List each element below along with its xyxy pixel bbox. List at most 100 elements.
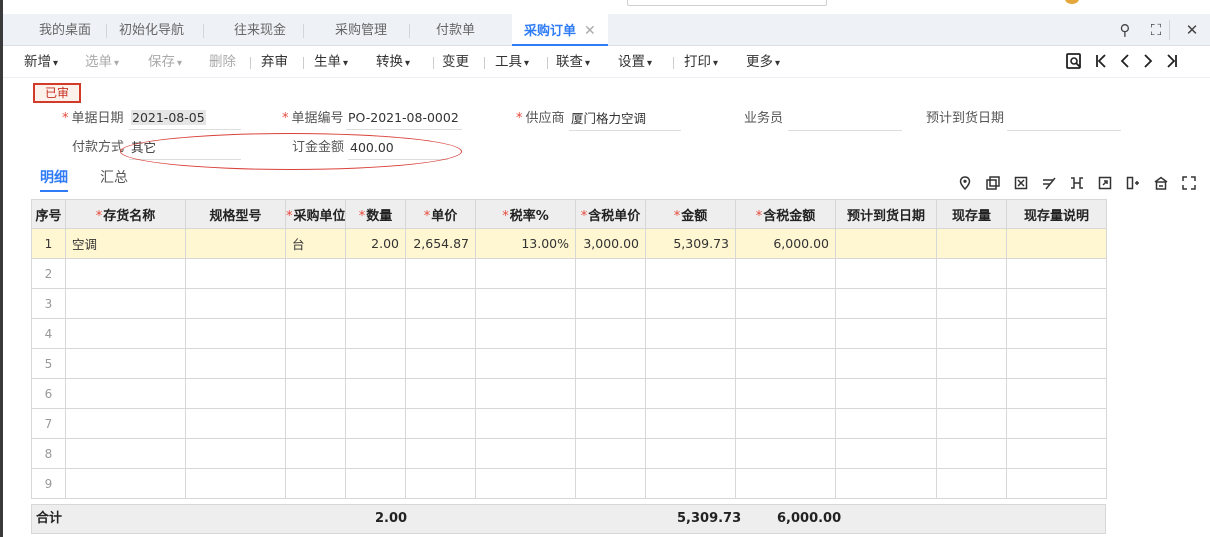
col-price[interactable]: *单价 (405, 199, 476, 229)
cell-price[interactable] (405, 288, 476, 319)
col-taxprice[interactable]: *含税单价 (575, 199, 646, 229)
cell-expected-date[interactable] (835, 408, 937, 439)
cell-tax[interactable] (475, 438, 576, 469)
supplier-field[interactable]: 厦门格力空调 (569, 109, 681, 131)
cell-amount[interactable] (645, 288, 736, 319)
cell-tax[interactable] (475, 258, 576, 289)
cell-spec[interactable] (185, 408, 286, 439)
cell-taxamount[interactable] (735, 408, 836, 439)
col-name[interactable]: *存货名称 (65, 199, 186, 229)
cell-taxprice[interactable] (575, 468, 646, 499)
cell-name[interactable] (65, 468, 186, 499)
cell-price[interactable] (405, 318, 476, 349)
cell-amount[interactable] (645, 318, 736, 349)
col-taxamount[interactable]: *含税金额 (735, 199, 836, 229)
search-icon[interactable]: ⚲ (1115, 20, 1135, 40)
salesperson-field[interactable] (788, 109, 902, 131)
cell-unit[interactable] (285, 348, 346, 379)
col-amount[interactable]: *金额 (645, 199, 736, 229)
prev-record-icon[interactable] (1115, 52, 1135, 72)
tab-payment[interactable]: 付款单 (424, 14, 487, 45)
convert-button[interactable]: 转换 ▾ (376, 46, 410, 78)
cell-expected-date[interactable] (835, 258, 937, 289)
cell-name[interactable]: 空调 (65, 228, 186, 259)
cell-expected-date[interactable] (835, 228, 937, 259)
export-icon[interactable] (1096, 176, 1114, 194)
cell-taxamount[interactable] (735, 288, 836, 319)
cell-price[interactable] (405, 408, 476, 439)
cell-amount[interactable] (645, 258, 736, 289)
user-avatar[interactable] (1065, 0, 1079, 4)
cell-tax[interactable] (475, 468, 576, 499)
cell-spec[interactable] (185, 258, 286, 289)
cell-expected-date[interactable] (835, 468, 937, 499)
cell-spec[interactable] (185, 228, 286, 259)
cell-name[interactable] (65, 258, 186, 289)
delete-row-icon[interactable] (1012, 176, 1030, 194)
fullscreen-icon[interactable] (1180, 176, 1198, 194)
cell-unit[interactable] (285, 408, 346, 439)
cell-qty[interactable] (345, 318, 406, 349)
last-record-icon[interactable] (1162, 52, 1182, 72)
tools-button[interactable]: 工具 ▾ (495, 46, 529, 78)
abandon-audit-button[interactable]: 弃审 (261, 46, 288, 78)
col-expected-date[interactable]: 预计到货日期 (835, 199, 937, 229)
cell-qty[interactable] (345, 348, 406, 379)
cell-name[interactable] (65, 318, 186, 349)
cell-qty[interactable] (345, 288, 406, 319)
table-row[interactable]: 2 (31, 258, 1107, 289)
cell-spec[interactable] (185, 468, 286, 499)
col-spec[interactable]: 规格型号 (185, 199, 286, 229)
cell-name[interactable] (65, 378, 186, 409)
cell-taxprice[interactable] (575, 288, 646, 319)
cell-taxamount[interactable] (735, 468, 836, 499)
cell-price[interactable] (405, 438, 476, 469)
delete-button[interactable]: 删除 (209, 46, 236, 78)
cell-tax[interactable] (475, 378, 576, 409)
cell-unit[interactable]: 台 (285, 228, 346, 259)
cell-amount[interactable] (645, 408, 736, 439)
save-button[interactable]: 保存 ▾ (148, 46, 182, 78)
cell-expected-date[interactable] (835, 438, 937, 469)
link-query-button[interactable]: 联查 ▾ (556, 46, 590, 78)
cell-unit[interactable] (285, 468, 346, 499)
cell-taxprice[interactable] (575, 438, 646, 469)
cell-spec[interactable] (185, 378, 286, 409)
date-field[interactable]: 2021-08-05 (129, 108, 241, 130)
cell-amount[interactable]: 5,309.73 (645, 228, 736, 259)
cell-amount[interactable] (645, 348, 736, 379)
tab-summary[interactable]: 汇总 (100, 168, 128, 192)
home-icon[interactable] (1152, 176, 1170, 194)
cell-expected-date[interactable] (835, 348, 937, 379)
table-row[interactable]: 1 空调 台 2.00 2,654.87 13.00% 3,000.00 5,3… (31, 228, 1107, 259)
cell-unit[interactable] (285, 318, 346, 349)
table-row[interactable]: 9 (31, 468, 1107, 499)
cell-qty[interactable] (345, 378, 406, 409)
cell-taxprice[interactable] (575, 378, 646, 409)
cell-price[interactable] (405, 468, 476, 499)
cell-tax[interactable] (475, 318, 576, 349)
tab-init-guide[interactable]: 初始化导航 (107, 14, 196, 45)
cell-amount[interactable] (645, 438, 736, 469)
cell-price[interactable] (405, 258, 476, 289)
number-field[interactable]: PO-2021-08-0002 (346, 108, 462, 130)
maximize-icon[interactable]: ⛶ (1146, 20, 1166, 40)
print-button[interactable]: 打印 ▾ (684, 46, 718, 78)
tab-purchase-order[interactable]: 采购订单 ✕ (512, 14, 608, 46)
table-row[interactable]: 7 (31, 408, 1107, 439)
cell-unit[interactable] (285, 258, 346, 289)
cell-taxamount[interactable] (735, 258, 836, 289)
settings-button[interactable]: 设置 ▾ (618, 46, 652, 78)
cell-name[interactable] (65, 348, 186, 379)
cell-taxprice[interactable] (575, 258, 646, 289)
split-icon[interactable] (1068, 176, 1086, 194)
cell-name[interactable] (65, 408, 186, 439)
table-row[interactable]: 3 (31, 288, 1107, 319)
col-tax[interactable]: *税率% (475, 199, 576, 229)
col-stock-note[interactable]: 现存量说明 (1006, 199, 1107, 229)
cell-name[interactable] (65, 288, 186, 319)
cell-expected-date[interactable] (835, 378, 937, 409)
table-row[interactable]: 6 (31, 378, 1107, 409)
cell-tax[interactable] (475, 348, 576, 379)
select-button[interactable]: 选单 ▾ (85, 46, 119, 78)
